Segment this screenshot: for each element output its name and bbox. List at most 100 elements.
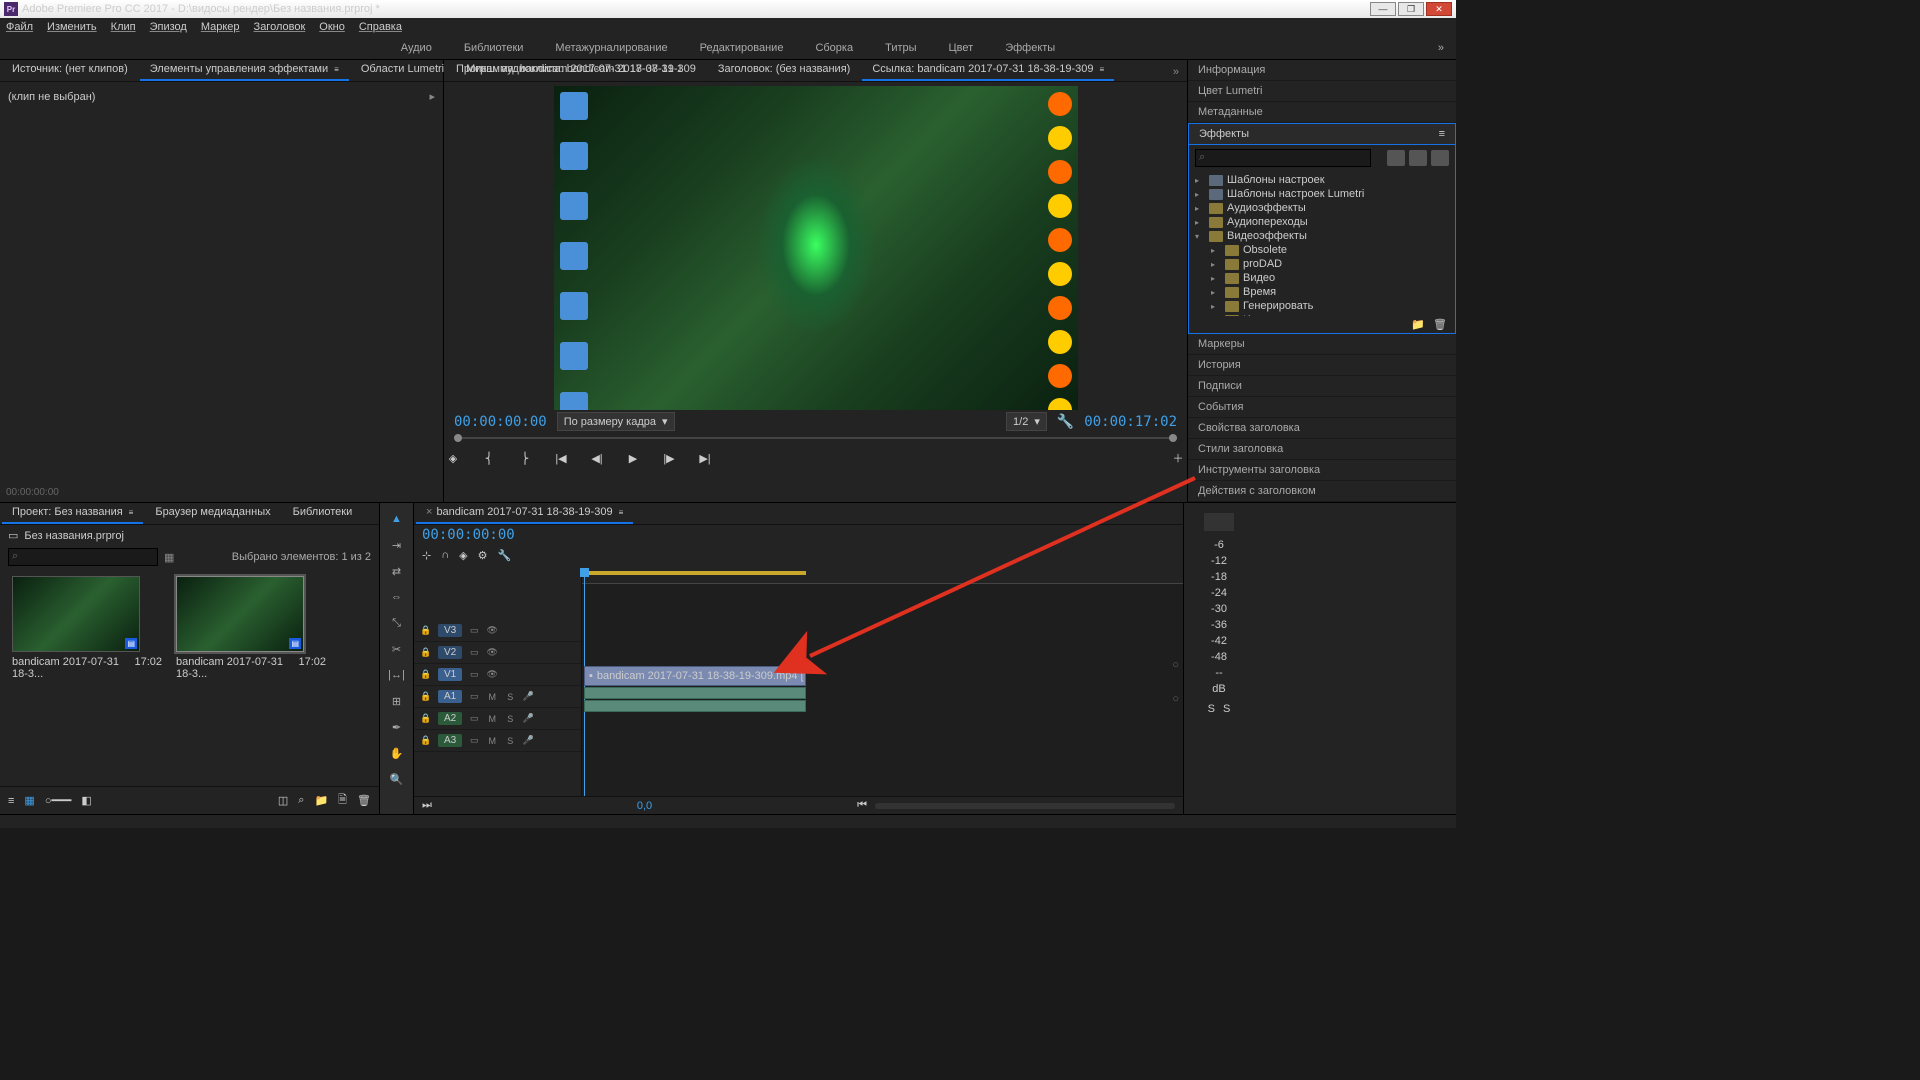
side-panel-Цвет Lumetri[interactable]: Цвет Lumetri	[1188, 81, 1456, 102]
program-scrubber[interactable]	[444, 433, 1187, 443]
new-item-icon[interactable]: 🗎	[338, 791, 347, 810]
effects-search-input[interactable]	[1195, 149, 1371, 167]
hand-tool-icon[interactable]: ✋	[387, 743, 407, 763]
slide-tool-icon[interactable]: ⊞	[387, 691, 407, 711]
marker-icon[interactable]: ◈	[459, 549, 467, 562]
goto-out-icon[interactable]: ▶|	[696, 449, 714, 467]
effects-tree-item[interactable]: ▸Шаблоны настроек Lumetri	[1189, 187, 1455, 201]
side-panel-Маркеры[interactable]: Маркеры	[1188, 334, 1456, 355]
pen-tool-icon[interactable]: ✒	[387, 717, 407, 737]
panel-menu-icon[interactable]: ≡	[334, 65, 339, 74]
menu-Изменить[interactable]: Изменить	[47, 21, 97, 33]
track-head-A3[interactable]: 🔒A3▭MS🎤	[414, 730, 581, 752]
scroll-dot[interactable]: ○	[1172, 659, 1179, 671]
side-panel-События[interactable]: События	[1188, 397, 1456, 418]
project-clip[interactable]: ▤bandicam 2017-07-31 18-3...17:02	[12, 576, 162, 680]
icon-view-icon[interactable]: ▦	[24, 794, 34, 807]
workspace-Титры[interactable]: Титры	[883, 38, 918, 58]
track-head-V1[interactable]: 🔒V1▭👁	[414, 664, 581, 686]
tab[interactable]: Заголовок: (без названия)	[708, 60, 860, 81]
list-view-icon[interactable]: ≡	[8, 795, 14, 807]
audio-clip-a2[interactable]	[584, 700, 806, 712]
side-panel-Информация[interactable]: Информация	[1188, 60, 1456, 81]
trash-icon[interactable]: 🗑	[357, 794, 371, 807]
effects-tree-item[interactable]: ▸Аудиоэффекты	[1189, 201, 1455, 215]
panel-menu-icon[interactable]: ≡	[1439, 128, 1445, 140]
snap-icon[interactable]: ⊹	[422, 549, 431, 562]
timeline-sequence-tab[interactable]: bandicam 2017-07-31 18-38-19-309≡	[416, 503, 633, 524]
track-select-tool-icon[interactable]: ⇥	[387, 535, 407, 555]
effects-tree-item[interactable]: ▸Obsolete	[1189, 243, 1455, 257]
step-back-icon[interactable]: ◀|	[588, 449, 606, 467]
tab[interactable]: Браузер медиаданных	[145, 503, 280, 524]
track-head-A1[interactable]: 🔒A1▭MS🎤	[414, 686, 581, 708]
workspace-Цвет[interactable]: Цвет	[947, 38, 976, 58]
play-icon[interactable]: ▶	[624, 449, 642, 467]
timeline-zoom[interactable]: 0,0	[440, 800, 849, 812]
delete-icon[interactable]: 🗑	[1433, 318, 1447, 331]
menu-Заголовок[interactable]: Заголовок	[254, 21, 306, 33]
slip-tool-icon[interactable]: |↔|	[387, 665, 407, 685]
program-video-frame[interactable]	[554, 86, 1078, 410]
goto-next-icon[interactable]: ⏮	[857, 799, 867, 812]
menu-Файл[interactable]: Файл	[6, 21, 33, 33]
auto-match-icon[interactable]: ◫	[278, 794, 288, 807]
audio-clip-a1[interactable]	[584, 687, 806, 699]
menu-Эпизод[interactable]: Эпизод	[150, 21, 187, 33]
menu-Клип[interactable]: Клип	[111, 21, 136, 33]
video-clip[interactable]: ▪bandicam 2017-07-31 18-38-19-309.mp4 [V…	[584, 666, 806, 686]
effects-tree-item[interactable]: ▸Аудиопереходы	[1189, 215, 1455, 229]
effects-tree-item[interactable]: ▸Видео	[1189, 271, 1455, 285]
tab[interactable]: Области Lumetri	[351, 60, 454, 81]
step-fwd-icon[interactable]: |▶	[660, 449, 678, 467]
workspace-Сборка[interactable]: Сборка	[813, 38, 855, 58]
timeline-ruler[interactable]	[582, 568, 1183, 584]
close-button[interactable]: ✕	[1426, 2, 1452, 16]
menu-Справка[interactable]: Справка	[359, 21, 402, 33]
panel-menu-icon[interactable]: ≡	[129, 508, 134, 517]
effects-tree[interactable]: ▸Шаблоны настроек▸Шаблоны настроек Lumet…	[1189, 171, 1455, 316]
tab[interactable]: Проект: Без названия≡	[2, 503, 143, 524]
panel-menu-icon[interactable]: ≡	[1100, 65, 1105, 74]
freeform-view-icon[interactable]: ○━━━	[45, 794, 72, 807]
menu-Окно[interactable]: Окно	[319, 21, 345, 33]
panel-overflow-icon[interactable]: »	[1167, 63, 1185, 81]
preset-icon-1[interactable]	[1387, 150, 1405, 166]
filter-icon[interactable]: ▦	[164, 551, 174, 564]
track-head-V3[interactable]: 🔒V3▭👁	[414, 620, 581, 642]
add-marker-icon[interactable]: ◈	[444, 449, 462, 467]
goto-in-icon[interactable]: |◀	[552, 449, 570, 467]
razor-tool-icon[interactable]: ✂	[387, 639, 407, 659]
side-panel-Стили заголовка[interactable]: Стили заголовка	[1188, 439, 1456, 460]
add-button-icon[interactable]: ＋	[1169, 449, 1187, 467]
side-panel-Метаданные[interactable]: Метаданные	[1188, 102, 1456, 123]
menu-Маркер[interactable]: Маркер	[201, 21, 240, 33]
side-panel-Подписи[interactable]: Подписи	[1188, 376, 1456, 397]
effects-tree-item[interactable]: ▸Шаблоны настроек	[1189, 173, 1455, 187]
mark-in-icon[interactable]: ⎨	[480, 449, 498, 467]
side-panel-Свойства заголовка[interactable]: Свойства заголовка	[1188, 418, 1456, 439]
tab[interactable]: Ссылка: bandicam 2017-07-31 18-38-19-309…	[862, 60, 1114, 81]
zoom-tool-icon[interactable]: 🔍	[387, 769, 407, 789]
track-head-A2[interactable]: 🔒A2▭MS🎤	[414, 708, 581, 730]
tab[interactable]: Источник: (нет клипов)	[2, 60, 138, 81]
effects-tree-item[interactable]: ▸proDAD	[1189, 257, 1455, 271]
rate-stretch-tool-icon[interactable]: ⤡	[387, 613, 407, 633]
side-panel-Действия с заголовком[interactable]: Действия с заголовком	[1188, 481, 1456, 502]
selection-tool-icon[interactable]: ▲	[387, 509, 407, 529]
preset-icon-3[interactable]	[1431, 150, 1449, 166]
workspace-Аудио[interactable]: Аудио	[399, 38, 434, 58]
new-bin-icon[interactable]: 📁	[314, 794, 328, 807]
panel-collapse-icon[interactable]: ▸	[429, 90, 435, 103]
zoom-fit-select[interactable]: По размеру кадра▾	[557, 412, 675, 431]
workspace-Библиотеки[interactable]: Библиотеки	[462, 38, 526, 58]
workspace-Метажурналирование[interactable]: Метажурналирование	[553, 38, 669, 58]
effects-tree-item[interactable]: ▸Генерировать	[1189, 299, 1455, 313]
rolling-tool-icon[interactable]: ⇔	[387, 587, 407, 607]
goto-end-icon[interactable]: ⏭	[422, 799, 432, 812]
find-icon[interactable]: ⌕	[298, 794, 304, 807]
effects-tree-item[interactable]: ▾Видеоэффекты	[1189, 229, 1455, 243]
tab[interactable]: Элементы управления эффектами≡	[140, 60, 349, 81]
effects-panel-header[interactable]: Эффекты ≡	[1188, 123, 1456, 145]
link-icon[interactable]: ∩	[441, 549, 449, 562]
